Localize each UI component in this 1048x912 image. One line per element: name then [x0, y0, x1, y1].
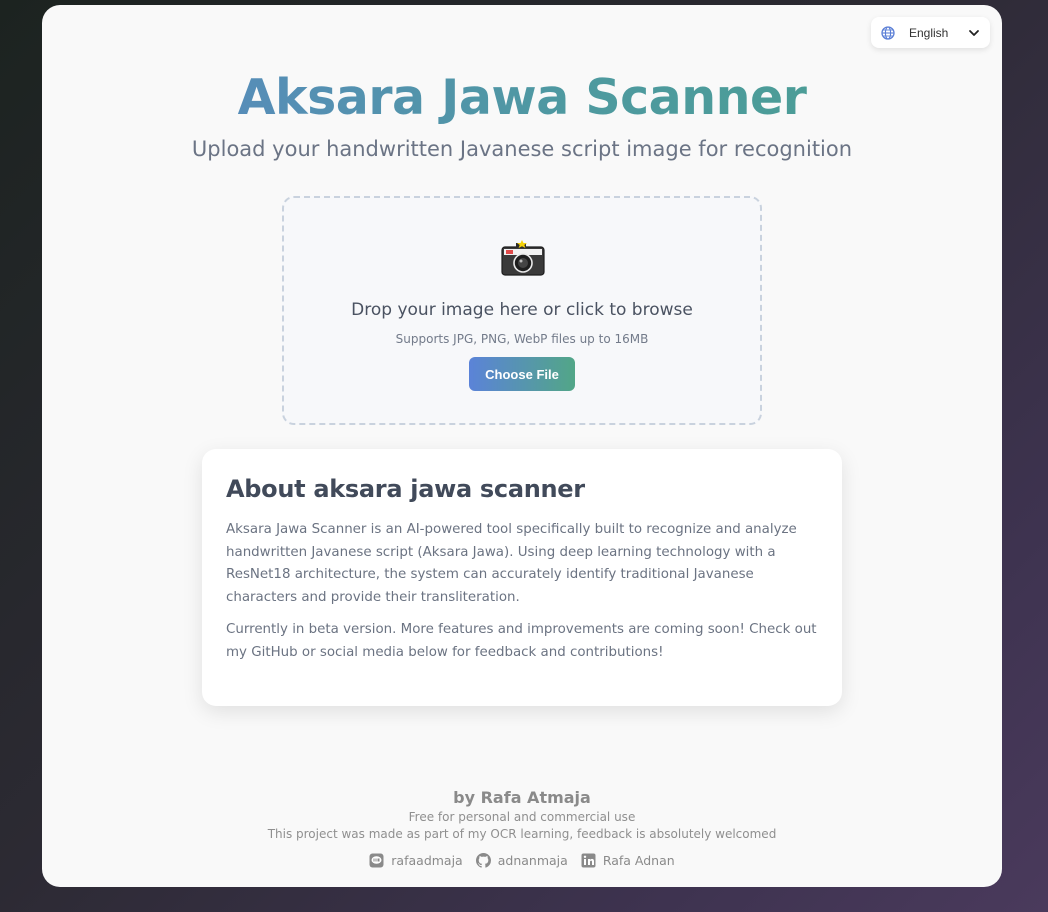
project-note: This project was made as part of my OCR … — [267, 827, 777, 841]
dropzone-prompt: Drop your image here or click to browse — [351, 300, 693, 320]
page-title: Aksara Jawa Scanner — [42, 69, 1002, 126]
line-icon — [369, 853, 384, 868]
choose-file-button[interactable]: Choose File — [469, 357, 575, 391]
github-icon — [475, 853, 491, 868]
upload-dropzone[interactable]: Drop your image here or click to browse … — [282, 196, 762, 425]
author-credit: by Rafa Atmaja — [453, 788, 591, 807]
dropzone-hint: Supports JPG, PNG, WebP files up to 16MB — [395, 332, 649, 346]
social-label: Rafa Adnan — [602, 853, 675, 868]
page-subtitle: Upload your handwritten Javanese script … — [191, 137, 853, 161]
language-selector[interactable]: English — [871, 17, 990, 48]
main-card: English Aksara Jawa Scanner Upload your … — [42, 5, 1002, 887]
license-note: Free for personal and commercial use — [408, 810, 636, 824]
linkedin-icon — [581, 853, 596, 868]
about-card: About aksara jawa scanner Aksara Jawa Sc… — [202, 449, 842, 706]
chevron-down-icon — [968, 27, 980, 39]
camera-icon — [500, 238, 546, 278]
social-link-line[interactable]: rafaadmaja — [369, 853, 463, 868]
social-label: rafaadmaja — [391, 853, 463, 868]
about-heading: About aksara jawa scanner — [226, 475, 585, 503]
language-label: English — [909, 25, 949, 40]
about-paragraph: Currently in beta version. More features… — [226, 622, 817, 660]
social-links: rafaadmaja adnanmaja Rafa Adnan — [42, 853, 1002, 868]
globe-icon — [881, 25, 895, 40]
social-label: adnanmaja — [497, 853, 568, 868]
social-link-linkedin[interactable]: Rafa Adnan — [581, 853, 675, 868]
social-link-github[interactable]: adnanmaja — [475, 853, 568, 868]
about-paragraph: Aksara Jawa Scanner is an AI-powered too… — [226, 522, 797, 605]
